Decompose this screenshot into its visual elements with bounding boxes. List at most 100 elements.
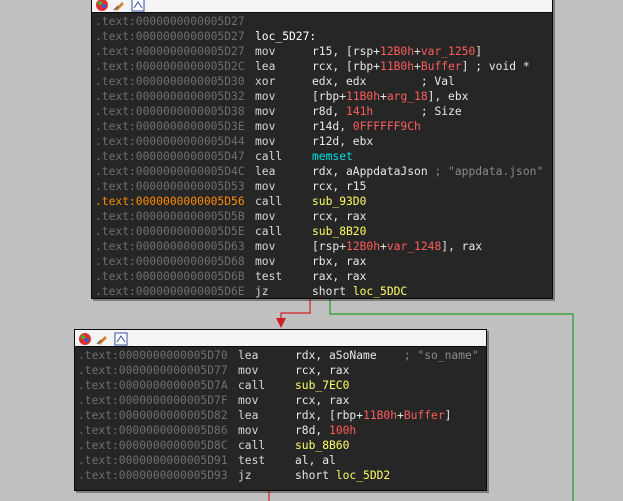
operands[interactable]: edx, edx ; Val <box>312 74 455 89</box>
disasm-line[interactable]: .text:0000000000005D77 mov rcx, rax <box>75 363 486 378</box>
disasm-line[interactable]: .text:0000000000005D8C call sub_8B60 <box>75 438 486 453</box>
disasm-line[interactable]: .text:0000000000005D27 <box>92 14 552 29</box>
operands[interactable]: rdx, aAppdataJson ; "appdata.json" <box>312 164 543 179</box>
address: .text:0000000000005D27 <box>95 45 245 58</box>
operands[interactable]: r8d, 141h ; Size <box>312 104 462 119</box>
operand-token: [rsp+ <box>312 240 347 253</box>
operand-token: sub_93D0 <box>312 195 367 208</box>
mnemonic: mov <box>255 180 276 193</box>
disasm-line[interactable]: .text:0000000000005D56 call sub_93D0 <box>92 194 552 209</box>
address: .text:0000000000005D2C <box>95 60 245 73</box>
disasm-line[interactable]: .text:0000000000005D93 jz short loc_5DD2 <box>75 468 486 483</box>
disasm-line[interactable]: .text:0000000000005D7A call sub_7EC0 <box>75 378 486 393</box>
operands[interactable]: rbx, rax <box>312 254 366 269</box>
disasm-line[interactable]: .text:0000000000005D91 test al, al <box>75 453 486 468</box>
disasm-line[interactable]: .text:0000000000005D44 mov r12d, ebx <box>92 134 552 149</box>
disasm-line[interactable]: .text:0000000000005D7F mov rcx, rax <box>75 393 486 408</box>
node-header <box>92 0 552 13</box>
disasm-line[interactable]: .text:0000000000005D86 mov r8d, 100h <box>75 423 486 438</box>
disasm-line[interactable]: .text:0000000000005D5B mov rcx, rax <box>92 209 552 224</box>
disasm-line[interactable]: .text:0000000000005D47 call memset <box>92 149 552 164</box>
operand-token: memset <box>312 150 353 163</box>
code-block-loc-5d70[interactable]: .text:0000000000005D70 lea rdx, aSoName ; … <box>74 329 487 491</box>
address: .text:0000000000005D6E <box>95 285 245 298</box>
operands[interactable]: rax, rax <box>312 269 366 284</box>
operands[interactable]: [rsp+12B0h+var_1248], rax <box>312 239 482 254</box>
mnemonic: call <box>238 439 266 452</box>
operand-token: r8d, <box>312 105 347 118</box>
disasm-line[interactable]: .text:0000000000005D27 loc_5D27: <box>92 29 552 44</box>
disasm-line[interactable]: .text:0000000000005D68 mov rbx, rax <box>92 254 552 269</box>
operands[interactable]: memset <box>312 149 353 164</box>
operands[interactable]: short loc_5DD2 <box>295 468 390 483</box>
operands[interactable]: sub_93D0 <box>312 194 366 209</box>
operands[interactable]: r14d, 0FFFFFF9Ch <box>312 119 421 134</box>
mnemonic: call <box>255 150 283 163</box>
edit-node-icon[interactable] <box>96 331 110 345</box>
graph-node-icon[interactable] <box>131 0 145 12</box>
operands[interactable]: rcx, rax <box>295 363 349 378</box>
code-block-loc-5d27[interactable]: .text:0000000000005D27 .text:000000000000… <box>91 0 553 299</box>
graph-node-icon[interactable] <box>114 331 128 346</box>
operand-token: rcx, rax <box>312 210 367 223</box>
operand-token: + <box>397 409 404 422</box>
color-palette-icon[interactable] <box>78 331 92 345</box>
disasm-line[interactable]: .text:0000000000005D27 mov r15, [rsp+12B0h… <box>92 44 552 59</box>
operand-token: ; "so_name" <box>403 349 479 362</box>
operands[interactable]: r12d, ebx <box>312 134 373 149</box>
operands[interactable]: rcx, rax <box>295 393 349 408</box>
disasm-line[interactable]: .text:0000000000005D6B test rax, rax <box>92 269 552 284</box>
mnemonic: mov <box>255 90 276 103</box>
color-palette-icon[interactable] <box>95 0 109 11</box>
mnemonic: mov <box>238 394 259 407</box>
mnemonic: lea <box>238 349 259 362</box>
disasm-line[interactable]: .text:0000000000005D30 xor edx, edx ; Val <box>92 74 552 89</box>
operands[interactable]: rdx, [rbp+11B0h+Buffer] <box>295 408 451 423</box>
mnemonic: mov <box>255 210 276 223</box>
disasm-line[interactable]: .text:0000000000005D38 mov r8d, 141h ; Siz… <box>92 104 552 119</box>
disasm-line[interactable]: .text:0000000000005D5E call sub_8B20 <box>92 224 552 239</box>
disasm-line[interactable]: .text:0000000000005D63 mov [rsp+12B0h+var_… <box>92 239 552 254</box>
edit-node-icon[interactable] <box>113 0 127 11</box>
mnemonic: jz <box>255 285 269 298</box>
disasm-line[interactable]: .text:0000000000005D3E mov r14d, 0FFFFFF9C… <box>92 119 552 134</box>
address: .text:0000000000005D38 <box>95 105 245 118</box>
disasm-line[interactable]: .text:0000000000005D6E jz short loc_5DDC <box>92 284 552 299</box>
operands[interactable]: r15, [rsp+12B0h+var_1250] <box>312 44 482 59</box>
operands[interactable]: rcx, r15 <box>312 179 366 194</box>
operand-token: r15, [rsp+ <box>312 45 381 58</box>
disasm-line[interactable]: .text:0000000000005D32 mov [rbp+11B0h+arg_… <box>92 89 552 104</box>
operands[interactable]: sub_7EC0 <box>295 378 349 393</box>
operand-token: sub_8B20 <box>312 225 367 238</box>
operands[interactable]: sub_8B20 <box>312 224 366 239</box>
disasm-line[interactable]: .text:0000000000005D4C lea rdx, aAppdataJs… <box>92 164 552 179</box>
operands[interactable]: rcx, [rbp+11B0h+Buffer] ; void * <box>312 59 530 74</box>
operand-token: 12B0h <box>346 240 381 253</box>
mnemonic: lea <box>255 60 276 73</box>
operands[interactable]: rcx, rax <box>312 209 366 224</box>
operands[interactable]: short loc_5DDC <box>312 284 407 299</box>
operand-token: 0FFFFFF9Ch <box>352 120 421 133</box>
operand-token: r8d, <box>295 424 330 437</box>
operands[interactable]: r8d, 100h <box>295 423 356 438</box>
operand-token: 11B0h <box>363 409 398 422</box>
operands[interactable]: [rbp+11B0h+arg_18], ebx <box>312 89 468 104</box>
address: .text:0000000000005D82 <box>78 409 228 422</box>
code-label[interactable]: loc_5D27: <box>255 29 316 44</box>
operand-token: al, al <box>295 454 336 467</box>
mnemonic: mov <box>255 105 276 118</box>
operand-token: var_1250 <box>420 45 476 58</box>
disasm-line[interactable]: .text:0000000000005D70 lea rdx, aSoName ; … <box>75 348 486 363</box>
disasm-line[interactable]: .text:0000000000005D2C lea rcx, [rbp+11B0h… <box>92 59 552 74</box>
operand-token: + <box>414 60 421 73</box>
mnemonic: mov <box>255 45 276 58</box>
address: .text:0000000000005D4C <box>95 165 245 178</box>
operands[interactable]: sub_8B60 <box>295 438 349 453</box>
operands[interactable]: rdx, aSoName ; "so_name" <box>295 348 479 363</box>
operands[interactable]: al, al <box>295 453 336 468</box>
disasm-line[interactable]: .text:0000000000005D53 mov rcx, r15 <box>92 179 552 194</box>
mnemonic: mov <box>255 255 276 268</box>
disasm-line[interactable]: .text:0000000000005D82 lea rdx, [rbp+11B0h… <box>75 408 486 423</box>
operand-token: rdx, [rbp+ <box>295 409 364 422</box>
operand-token: ], ebx <box>427 90 469 103</box>
